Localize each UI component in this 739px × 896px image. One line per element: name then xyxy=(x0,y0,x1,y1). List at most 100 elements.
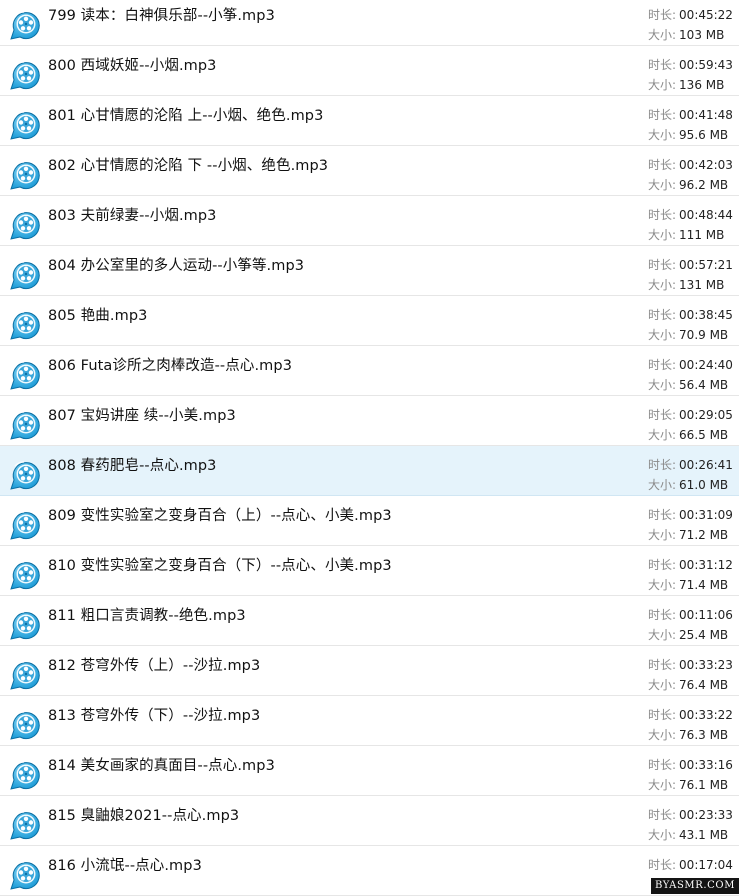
file-row[interactable]: 803 夫前绿妻--小烟.mp3 时长: 00:48:44 大小: 111 MB xyxy=(0,196,739,246)
file-size: 大小: 111 MB xyxy=(648,226,724,243)
media-player-icon xyxy=(8,208,42,242)
file-row[interactable]: 807 宝妈讲座 续--小美.mp3 时长: 00:29:05 大小: 66.5 MB xyxy=(0,396,739,446)
file-name: 801 心甘情愿的沦陷 上--小烟、绝色.mp3 xyxy=(48,108,324,124)
duration-label: 时长: xyxy=(648,858,677,872)
media-player-icon xyxy=(8,308,42,342)
size-label: 大小: xyxy=(648,578,677,592)
media-player-icon xyxy=(8,708,42,742)
duration-label: 时长: xyxy=(648,608,677,622)
file-row[interactable]: 810 变性实验室之变身百合（下）--点心、小美.mp3 时长: 00:31:12 大… xyxy=(0,546,739,596)
file-row[interactable]: 814 美女画家的真面目--点心.mp3 时长: 00:33:16 大小: 76.1 M… xyxy=(0,746,739,796)
file-name: 802 心甘情愿的沦陷 下 --小烟、绝色.mp3 xyxy=(48,158,329,174)
file-name: 799 读本：白神俱乐部--小筝.mp3 xyxy=(48,8,275,24)
file-size: 大小: 136 MB xyxy=(648,76,724,93)
file-row[interactable]: 811 粗口言责调教--绝色.mp3 时长: 00:11:06 大小: 25.4 MB xyxy=(0,596,739,646)
duration-value: 00:29:05 xyxy=(679,408,733,422)
file-row[interactable]: 805 艳曲.mp3 时长: 00:38:45 大小: 70.9 MB xyxy=(0,296,739,346)
duration-value: 00:31:09 xyxy=(679,508,733,522)
duration-value: 00:42:03 xyxy=(679,158,733,172)
duration-value: 00:33:23 xyxy=(679,658,733,672)
size-value: 61.0 MB xyxy=(679,478,729,492)
duration-value: 00:38:45 xyxy=(679,308,733,322)
media-player-icon xyxy=(8,508,42,542)
media-player-icon xyxy=(8,8,42,42)
duration-value: 00:59:43 xyxy=(679,58,733,72)
file-size: 大小: 61.0 MB xyxy=(648,476,728,493)
size-value: 136 MB xyxy=(679,78,725,92)
media-player-icon xyxy=(8,158,42,192)
size-value: 56.4 MB xyxy=(679,378,729,392)
file-size: 大小: 71.4 MB xyxy=(648,576,728,593)
duration-value: 00:24:40 xyxy=(679,358,733,372)
file-duration: 时长: 00:31:12 xyxy=(648,556,733,573)
file-name: 807 宝妈讲座 续--小美.mp3 xyxy=(48,408,236,424)
file-size: 大小: 70.9 MB xyxy=(648,326,728,343)
file-row[interactable]: 815 臭鼬娘2021--点心.mp3 时长: 00:23:33 大小: 43.1 MB xyxy=(0,796,739,846)
media-player-icon xyxy=(8,808,42,842)
file-row[interactable]: 800 西域妖姬--小烟.mp3 时长: 00:59:43 大小: 136 MB xyxy=(0,46,739,96)
duration-label: 时长: xyxy=(648,358,677,372)
size-label: 大小: xyxy=(648,728,677,742)
size-value: 103 MB xyxy=(679,28,725,42)
file-row[interactable]: 806 Futa诊所之肉棒改造--点心.mp3 时长: 00:24:40 大小: 56.… xyxy=(0,346,739,396)
size-label: 大小: xyxy=(648,428,677,442)
file-duration: 时长: 00:57:21 xyxy=(648,256,733,273)
media-player-icon xyxy=(8,108,42,142)
duration-label: 时长: xyxy=(648,208,677,222)
duration-label: 时长: xyxy=(648,708,677,722)
size-value: 96.2 MB xyxy=(679,178,729,192)
duration-value: 00:57:21 xyxy=(679,258,733,272)
size-label: 大小: xyxy=(648,678,677,692)
size-value: 76.4 MB xyxy=(679,678,729,692)
file-duration: 时长: 00:23:33 xyxy=(648,806,733,823)
file-duration: 时长: 00:26:41 xyxy=(648,456,733,473)
file-row[interactable]: 801 心甘情愿的沦陷 上--小烟、绝色.mp3 时长: 00:41:48 大小: 95… xyxy=(0,96,739,146)
duration-label: 时长: xyxy=(648,108,677,122)
duration-label: 时长: xyxy=(648,508,677,522)
file-row[interactable]: 816 小流氓--点心.mp3 时长: 00:17:04 xyxy=(0,846,739,896)
size-value: 71.4 MB xyxy=(679,578,729,592)
size-label: 大小: xyxy=(648,178,677,192)
duration-value: 00:41:48 xyxy=(679,108,733,122)
duration-value: 00:48:44 xyxy=(679,208,733,222)
duration-label: 时长: xyxy=(648,258,677,272)
duration-label: 时长: xyxy=(648,558,677,572)
file-name: 814 美女画家的真面目--点心.mp3 xyxy=(48,758,275,774)
size-label: 大小: xyxy=(648,528,677,542)
file-row[interactable]: 808 春药肥皂--点心.mp3 时长: 00:26:41 大小: 61.0 MB xyxy=(0,446,739,496)
size-value: 76.1 MB xyxy=(679,778,729,792)
file-size: 大小: 56.4 MB xyxy=(648,376,728,393)
file-row[interactable]: 804 办公室里的多人运动--小筝等.mp3 时长: 00:57:21 大小: 131 … xyxy=(0,246,739,296)
file-row[interactable]: 802 心甘情愿的沦陷 下 --小烟、绝色.mp3 时长: 00:42:03 大小: 9… xyxy=(0,146,739,196)
file-duration: 时长: 00:33:16 xyxy=(648,756,733,773)
file-size: 大小: 76.3 MB xyxy=(648,726,728,743)
file-row[interactable]: 813 苍穹外传（下）--沙拉.mp3 时长: 00:33:22 大小: 76.3 MB xyxy=(0,696,739,746)
media-player-icon xyxy=(8,558,42,592)
file-name: 815 臭鼬娘2021--点心.mp3 xyxy=(48,808,240,824)
size-label: 大小: xyxy=(648,478,677,492)
size-value: 25.4 MB xyxy=(679,628,729,642)
file-duration: 时长: 00:41:48 xyxy=(648,106,733,123)
duration-label: 时长: xyxy=(648,658,677,672)
size-value: 76.3 MB xyxy=(679,728,729,742)
duration-label: 时长: xyxy=(648,158,677,172)
file-row[interactable]: 812 苍穹外传（上）--沙拉.mp3 时长: 00:33:23 大小: 76.4 MB xyxy=(0,646,739,696)
file-size: 大小: 25.4 MB xyxy=(648,626,728,643)
media-player-icon xyxy=(8,408,42,442)
size-label: 大小: xyxy=(648,78,677,92)
size-value: 70.9 MB xyxy=(679,328,729,342)
duration-value: 00:17:04 xyxy=(679,858,733,872)
file-row[interactable]: 799 读本：白神俱乐部--小筝.mp3 时长: 00:45:22 大小: 103 MB xyxy=(0,0,739,46)
file-size: 大小: 71.2 MB xyxy=(648,526,728,543)
file-duration: 时长: 00:33:22 xyxy=(648,706,733,723)
media-player-icon xyxy=(8,658,42,692)
file-name: 806 Futa诊所之肉棒改造--点心.mp3 xyxy=(48,358,293,374)
duration-label: 时长: xyxy=(648,808,677,822)
file-name: 816 小流氓--点心.mp3 xyxy=(48,858,202,874)
size-label: 大小: xyxy=(648,378,677,392)
file-size: 大小: 76.4 MB xyxy=(648,676,728,693)
file-name: 805 艳曲.mp3 xyxy=(48,308,148,324)
file-row[interactable]: 809 变性实验室之变身百合（上）--点心、小美.mp3 时长: 00:31:09 大… xyxy=(0,496,739,546)
duration-value: 00:45:22 xyxy=(679,8,733,22)
file-duration: 时长: 00:17:04 xyxy=(648,856,733,873)
